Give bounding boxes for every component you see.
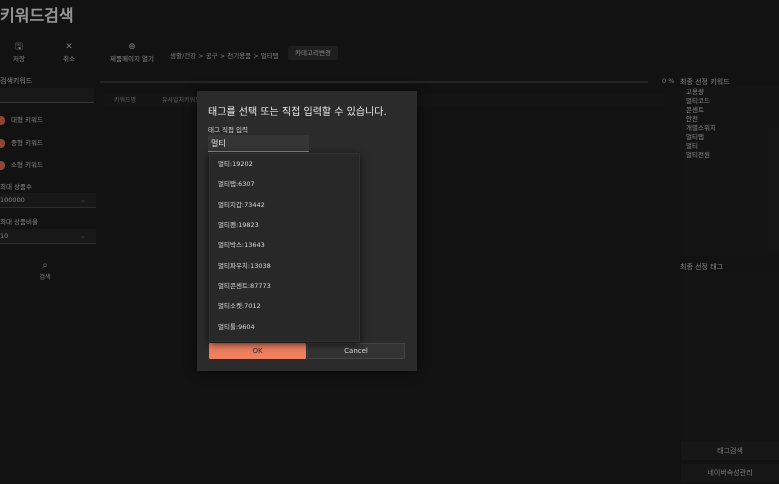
cancel-button[interactable]: Cancel xyxy=(307,343,405,359)
tag-input-label: 태그 직접 입력 xyxy=(208,126,249,134)
tag-suggestions-dropdown: 멀티:19202 멀티탭:6307 멀티지갑:73442 멀티펜:19823 멀… xyxy=(209,153,360,342)
suggestion-item[interactable]: 멀티펜:19823 xyxy=(218,218,348,232)
tag-input[interactable] xyxy=(208,135,309,152)
ok-button[interactable]: OK xyxy=(209,343,306,359)
suggestion-item[interactable]: 멀티파우치:13038 xyxy=(218,259,348,273)
suggestion-item[interactable]: 멀티:19202 xyxy=(218,157,348,171)
suggestion-item[interactable]: 멀티소켓:7012 xyxy=(218,299,348,313)
suggestion-item[interactable]: 멀티탭:6307 xyxy=(218,177,348,191)
suggestion-item[interactable]: 멀티박스:13643 xyxy=(218,238,348,252)
suggestion-item[interactable]: 멀티지갑:73442 xyxy=(218,198,348,212)
suggestion-item[interactable]: 멀티콘센트:87773 xyxy=(218,279,348,293)
dialog-title: 태그를 선택 또는 직접 입력할 수 있습니다. xyxy=(208,107,387,118)
suggestion-item[interactable]: 멀티툴:9604 xyxy=(218,320,348,334)
